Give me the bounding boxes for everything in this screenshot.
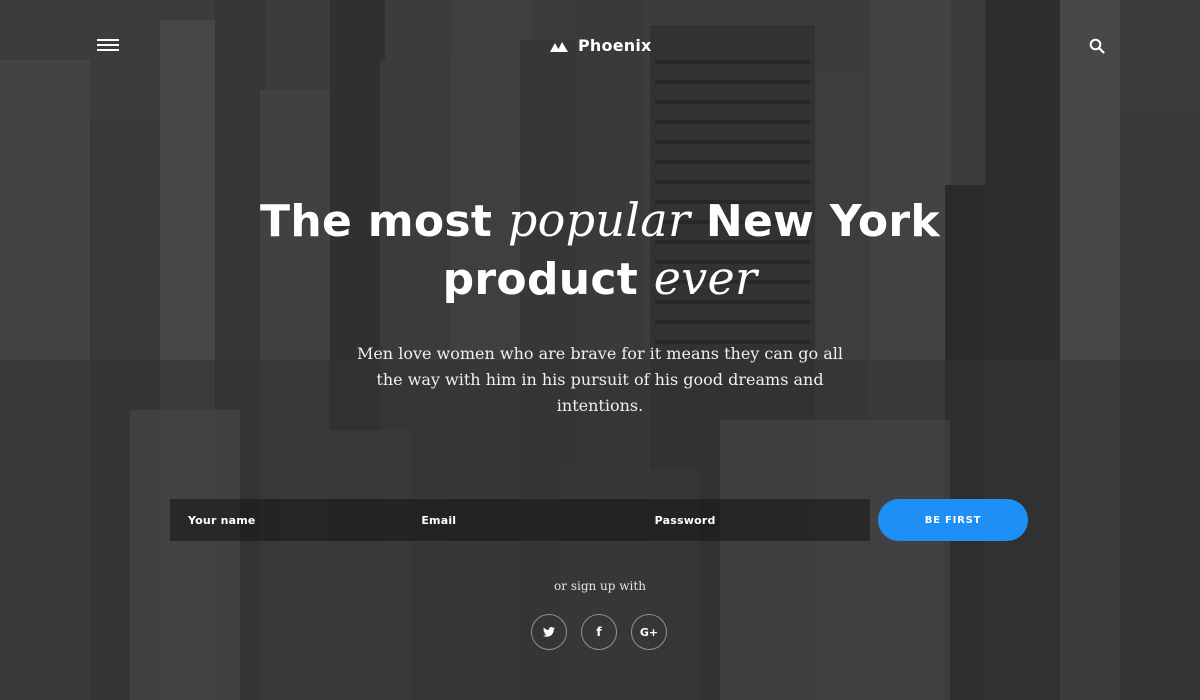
facebook-button[interactable]: f <box>581 614 617 650</box>
menu-line <box>97 39 119 41</box>
brand-name: Phoenix <box>578 36 652 55</box>
menu-line <box>97 44 119 46</box>
hero-headline: The most popular New York product ever <box>0 192 1200 308</box>
hero-subtext: Men love women who are brave for it mean… <box>356 344 844 415</box>
hamburger-icon[interactable] <box>97 39 119 53</box>
facebook-icon: f <box>596 625 602 639</box>
email-input[interactable] <box>403 499 637 541</box>
mountain-logo-icon <box>550 41 568 52</box>
headline-text: The most <box>260 196 508 247</box>
headline-text: New York <box>690 196 940 247</box>
social-buttons: f G+ <box>531 614 667 650</box>
google-plus-button[interactable]: G+ <box>631 614 667 650</box>
signup-form <box>170 499 870 541</box>
alt-signup-label: or sign up with <box>554 579 646 593</box>
headline-text: product <box>442 254 654 305</box>
be-first-button[interactable]: BE FIRST <box>878 499 1028 541</box>
headline-emphasis-popular: popular <box>507 193 691 247</box>
brand[interactable]: Phoenix <box>550 36 652 55</box>
menu-line <box>97 49 119 51</box>
twitter-button[interactable] <box>531 614 567 650</box>
google-plus-icon: G+ <box>639 625 659 639</box>
twitter-icon <box>543 627 555 637</box>
headline-emphasis-ever: ever <box>653 251 758 305</box>
search-icon[interactable] <box>1089 38 1105 54</box>
password-input[interactable] <box>636 499 870 541</box>
name-input[interactable] <box>170 499 404 541</box>
